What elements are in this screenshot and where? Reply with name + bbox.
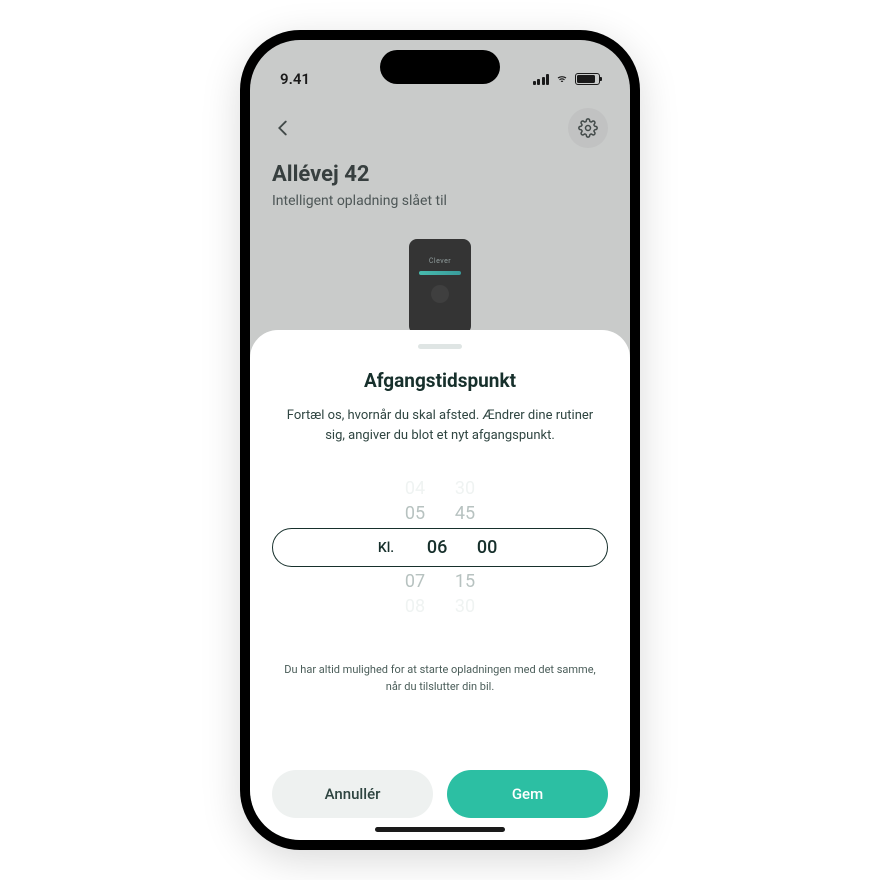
charger-illustration: Clever [380,239,500,334]
back-icon[interactable] [272,117,294,139]
sheet-description: Fortæl os, hvornår du skal afsted. Ændre… [282,406,598,445]
picker-row[interactable]: 05 45 [272,503,608,524]
gear-icon [578,118,598,138]
phone-frame: 9.41 Allévej 42 Intelligent opladning sl… [240,30,640,850]
wifi-icon [554,73,570,85]
cancel-button[interactable]: Annullér [272,770,433,818]
kl-label: Kl. [378,540,394,556]
signal-icon [533,74,550,85]
departure-time-sheet: Afgangstidspunkt Fortæl os, hvornår du s… [250,330,630,840]
page-subtitle: Intelligent opladning slået til [250,193,630,209]
picker-row[interactable]: 07 15 [272,571,608,592]
time-picker[interactable]: 04 30 05 45 Kl. 06 00 07 15 08 [272,465,608,630]
sheet-title: Afgangstidspunkt [272,369,608,392]
battery-icon [575,73,600,85]
settings-button[interactable] [568,108,608,148]
status-time: 9.41 [280,70,310,88]
picker-row[interactable]: 04 30 [272,478,608,499]
button-row: Annullér Gem [272,770,608,818]
home-indicator[interactable] [375,827,505,832]
drag-handle[interactable] [418,344,462,349]
picker-row[interactable]: 08 30 [272,596,608,617]
dynamic-island [380,50,500,84]
save-button[interactable]: Gem [447,770,608,818]
page-title: Allévej 42 [250,148,630,193]
screen: 9.41 Allévej 42 Intelligent opladning sl… [250,40,630,840]
sheet-hint: Du har altid mulighed for at starte opla… [282,662,598,695]
picker-row-selected[interactable]: Kl. 06 00 [272,528,608,567]
